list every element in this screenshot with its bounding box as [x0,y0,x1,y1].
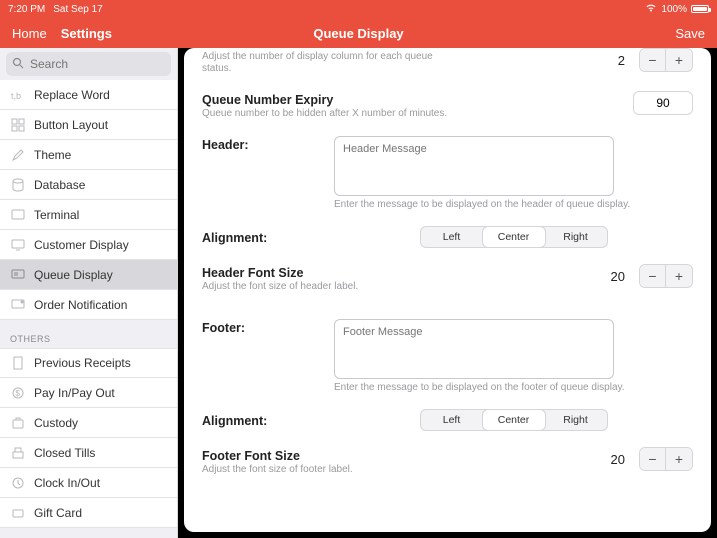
sidebar-item-queue-display[interactable]: Queue Display [0,260,177,290]
sidebar-item-previous-receipts[interactable]: Previous Receipts [0,348,177,378]
sidebar-item-clock[interactable]: Clock In/Out [0,468,177,498]
save-button[interactable]: Save [675,26,705,41]
sidebar-item-pay-in-out[interactable]: $ Pay In/Pay Out [0,378,177,408]
footer-font-sub: Adjust the font size of footer label. [202,464,462,476]
header-font-value: 20 [611,269,625,284]
header-font-title: Header Font Size [202,266,462,280]
custody-icon [10,415,26,431]
align-center[interactable]: Center [483,227,545,247]
expiry-input[interactable] [633,91,693,115]
queue-icon [10,267,26,283]
database-icon [10,177,26,193]
sidebar-item-label: Terminal [34,208,79,222]
settings-panel: Adjust the number of display column for … [184,48,711,532]
home-button[interactable]: Home [12,26,47,41]
align-right[interactable]: Right [545,410,607,430]
sidebar-item-order-notification[interactable]: Order Notification [0,290,177,320]
sidebar-item-label: Previous Receipts [34,356,131,370]
sidebar-item-label: Queue Display [34,268,113,282]
nav-bar: Home Settings Queue Display Save [0,18,717,48]
settings-label: Settings [61,26,112,41]
expiry-sub: Queue number to be hidden after X number… [202,108,462,120]
header-font-stepper[interactable]: − + [639,264,693,288]
footer-alignment-label: Alignment: [202,412,322,428]
header-alignment-segment[interactable]: Left Center Right [420,226,608,248]
align-right[interactable]: Right [545,227,607,247]
sidebar-item-label: Custody [34,416,78,430]
status-time: 7:20 PM [8,4,45,15]
wifi-icon [645,3,657,15]
sidebar-item-database[interactable]: Database [0,170,177,200]
replace-word-icon: t,b [10,87,26,103]
expiry-title: Queue Number Expiry [202,93,462,107]
stepper-minus[interactable]: − [640,265,666,287]
align-left[interactable]: Left [421,227,483,247]
page-title: Queue Display [313,26,403,41]
stepper-minus[interactable]: − [640,49,666,71]
header-message-input[interactable] [334,136,614,196]
sidebar-item-label: Gift Card [34,506,82,520]
alignment-label: Alignment: [202,229,322,245]
gift-icon [10,505,26,521]
header-label: Header: [202,136,322,152]
sidebar-item-replace-word[interactable]: t,b Replace Word [0,80,177,110]
search-input[interactable] [6,52,171,76]
stepper-plus[interactable]: + [666,448,692,470]
header-font-sub: Adjust the font size of header label. [202,281,462,293]
search-icon [12,57,24,69]
receipt-icon [10,355,26,371]
sidebar-item-label: Replace Word [34,88,110,102]
num-columns-sub: Adjust the number of display column for … [202,51,462,75]
sidebar-item-label: Pay In/Pay Out [34,386,115,400]
stepper-minus[interactable]: − [640,448,666,470]
sidebar-item-custody[interactable]: Custody [0,408,177,438]
footer-message-input[interactable] [334,319,614,379]
sidebar-item-button-layout[interactable]: Button Layout [0,110,177,140]
notification-icon [10,297,26,313]
display-icon [10,237,26,253]
battery-icon [691,5,709,13]
sidebar-item-label: Clock In/Out [34,476,100,490]
num-columns-value: 2 [618,53,625,68]
footer-font-title: Footer Font Size [202,449,462,463]
sidebar: t,b Replace Word Button Layout Theme Dat… [0,48,178,538]
battery-percent: 100% [661,4,687,15]
footer-font-stepper[interactable]: − + [639,447,693,471]
till-icon [10,445,26,461]
section-header-others: OTHERS [0,320,177,348]
clock-icon [10,475,26,491]
status-bar: 7:20 PM Sat Sep 17 100% [0,0,717,18]
stepper-plus[interactable]: + [666,265,692,287]
status-date: Sat Sep 17 [53,4,102,15]
grid-icon [10,117,26,133]
sidebar-item-label: Database [34,178,85,192]
align-center[interactable]: Center [483,410,545,430]
terminal-icon [10,207,26,223]
footer-font-value: 20 [611,452,625,467]
sidebar-item-label: Theme [34,148,71,162]
sidebar-item-gift-card[interactable]: Gift Card [0,498,177,528]
sidebar-item-customer-display[interactable]: Customer Display [0,230,177,260]
sidebar-item-label: Order Notification [34,298,127,312]
sidebar-item-theme[interactable]: Theme [0,140,177,170]
align-left[interactable]: Left [421,410,483,430]
sidebar-item-label: Button Layout [34,118,108,132]
sidebar-item-label: Closed Tills [34,446,95,460]
footer-label: Footer: [202,319,322,335]
svg-text:t,b: t,b [11,91,21,101]
stepper-plus[interactable]: + [666,49,692,71]
footer-helper: Enter the message to be displayed on the… [334,382,625,393]
sidebar-item-label: Customer Display [34,238,129,252]
svg-text:$: $ [16,389,21,398]
brush-icon [10,147,26,163]
sidebar-item-closed-tills[interactable]: Closed Tills [0,438,177,468]
footer-alignment-segment[interactable]: Left Center Right [420,409,608,431]
cash-icon: $ [10,385,26,401]
num-columns-stepper[interactable]: − + [639,48,693,72]
sidebar-item-terminal[interactable]: Terminal [0,200,177,230]
header-helper: Enter the message to be displayed on the… [334,199,630,210]
